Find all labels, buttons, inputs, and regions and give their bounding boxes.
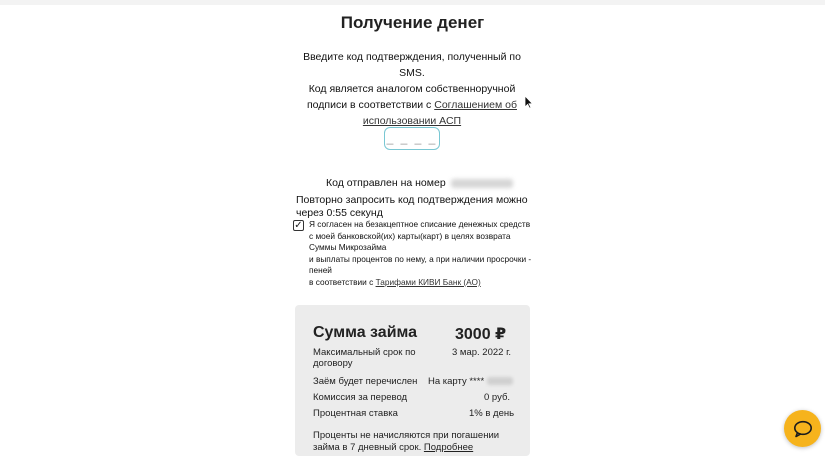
page-title: Получение денег [340, 13, 485, 32]
sms-code-input[interactable]: _ _ _ _ [384, 127, 440, 150]
chat-button[interactable] [784, 410, 821, 447]
commission-label: Комиссия за перевод [313, 392, 408, 403]
tariffs-link[interactable]: Тарифами КИВИ Банк (АО) [376, 277, 481, 287]
code-sent-line: Код отправлен на номер [326, 177, 513, 189]
max-term-label: Максимальный срок по договору [313, 347, 416, 369]
check-mark-icon: ✓ [294, 220, 303, 231]
card-number-blurred [487, 377, 514, 386]
interest-rate-label: Процентная ставка [313, 408, 398, 419]
intro-line-1: Введите код подтверждения, полученный по… [303, 51, 521, 79]
consent-line-3: Суммы Микрозайма [309, 242, 387, 253]
consent-block: ✓ Я согласен на безакцептное списание де… [293, 219, 553, 289]
transfer-to-value: На карту **** [428, 376, 514, 387]
loan-summary-card: Сумма займа 3000 ₽ Максимальный срок по … [295, 305, 530, 456]
loan-sum-label: Сумма займа [313, 324, 418, 341]
resend-countdown: Повторно запросить код подтверждения мож… [296, 194, 528, 219]
consent-line-5: пеней [309, 265, 332, 276]
consent-line-6: в соответствии с [309, 276, 374, 287]
sms-code-placeholder: _ _ _ _ [386, 131, 438, 145]
intro-text: Введите код подтверждения, полученный по… [292, 49, 532, 129]
details-link[interactable]: Подробнее [424, 442, 473, 453]
intro-line-3: подписи в соответствии с [307, 99, 432, 111]
transfer-card-text: На карту **** [428, 376, 485, 387]
interest-footnote: Проценты не начисляются при погашении за… [313, 430, 513, 454]
transfer-to-label: Заём будет перечислен [313, 376, 418, 387]
consent-line-4: и выплаты процентов по нему, а при налич… [309, 253, 532, 264]
mouse-cursor-icon [524, 95, 534, 109]
loan-sum-value: 3000 ₽ [455, 326, 507, 343]
intro-line-2: Код является аналогом собственноручной [308, 83, 516, 95]
max-term-value: 3 мар. 2022 г. [452, 347, 512, 358]
consent-checkbox[interactable]: ✓ [293, 220, 304, 231]
consent-line-2: с моей банковской(их) карты(карт) в целя… [309, 230, 511, 241]
top-edge [0, 0, 825, 5]
chat-bubble-icon [793, 420, 812, 437]
consent-text: Я согласен на безакцептное списание дене… [309, 219, 553, 289]
code-sent-label: Код отправлен на номер [326, 177, 446, 189]
phone-number-blurred [450, 178, 513, 188]
interest-rate-value: 1% в день [469, 408, 515, 419]
commission-value: 0 руб. [484, 392, 511, 403]
consent-line-1: Я согласен на безакцептное списание дене… [309, 219, 531, 229]
